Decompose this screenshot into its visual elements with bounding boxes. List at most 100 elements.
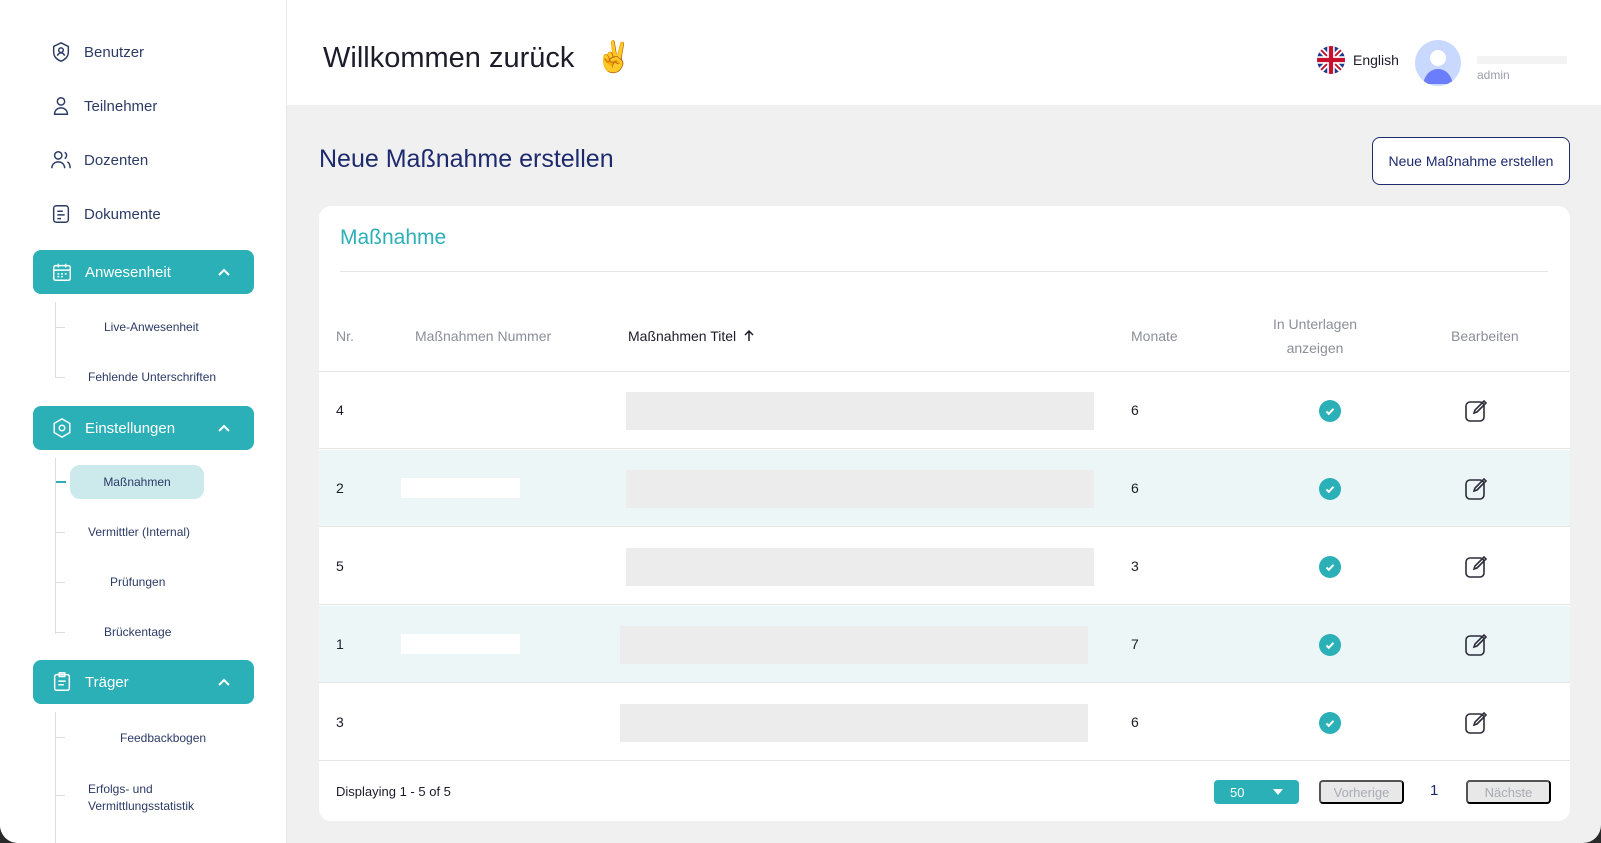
column-header-monate[interactable]: Monate <box>1131 324 1178 348</box>
cell-title-redacted <box>626 470 1094 508</box>
edit-icon[interactable] <box>1463 554 1489 580</box>
sidebar-subitem-massnahmen[interactable]: Maßnahmen <box>70 465 204 499</box>
sidebar-item-label: Teilnehmer <box>84 97 158 115</box>
table-row[interactable]: 1 7 <box>319 606 1570 683</box>
sidebar-group-label: Träger <box>85 673 129 691</box>
checkmark-icon[interactable] <box>1319 634 1341 656</box>
edit-icon[interactable] <box>1463 398 1489 424</box>
cell-nr: 5 <box>336 558 344 574</box>
cell-monate: 6 <box>1131 402 1139 418</box>
sidebar-subitem-pruefungen[interactable]: Prüfungen <box>110 575 165 589</box>
cell-nr: 4 <box>336 402 344 418</box>
edit-icon[interactable] <box>1463 710 1489 736</box>
sidebar-group-einstellungen[interactable]: Einstellungen <box>33 406 254 450</box>
column-header-bearbeiten: Bearbeiten <box>1451 328 1519 344</box>
edit-icon[interactable] <box>1463 632 1489 658</box>
cell-number-redacted <box>401 478 520 498</box>
avatar[interactable] <box>1415 40 1461 86</box>
tree-line <box>55 712 56 843</box>
tree-tick <box>55 795 65 796</box>
per-page-value: 50 <box>1230 784 1245 800</box>
caret-down-icon <box>1273 789 1283 795</box>
page-title: Neue Maßnahme erstellen <box>319 145 614 173</box>
sidebar-item-label: Dozenten <box>84 151 149 169</box>
language-switcher[interactable]: English <box>1317 46 1399 74</box>
cell-monate: 6 <box>1131 480 1139 496</box>
cell-number-redacted <box>401 634 520 654</box>
column-header-titel-label: Maßnahmen Titel <box>628 328 737 344</box>
table-row[interactable]: 5 3 <box>319 528 1570 605</box>
people-icon <box>51 151 71 169</box>
cell-monate: 7 <box>1131 636 1139 652</box>
sidebar-group-traeger[interactable]: Träger <box>33 660 254 704</box>
calendar-icon <box>53 263 71 281</box>
document-icon <box>52 205 70 223</box>
sidebar-group-anwesenheit[interactable]: Anwesenheit <box>33 250 254 294</box>
sidebar-group-label: Einstellungen <box>85 419 176 437</box>
clipboard-icon <box>53 672 71 691</box>
edit-icon[interactable] <box>1463 476 1489 502</box>
measures-card: Maßnahme Nr. Maßnahmen Nummer Maßnahmen … <box>319 206 1570 821</box>
per-page-select[interactable]: 50 <box>1214 780 1299 804</box>
cell-title-redacted <box>626 548 1094 586</box>
sidebar-subitem-live-anwesenheit[interactable]: Live-Anwesenheit <box>104 320 199 334</box>
sidebar-item-teilnehmer[interactable]: Teilnehmer <box>50 91 157 121</box>
settings-icon <box>53 417 71 439</box>
cell-nr: 2 <box>336 480 344 496</box>
sort-arrow-up-icon <box>744 329 754 341</box>
tree-tick <box>55 737 65 738</box>
sidebar-subitem-statistik[interactable]: Erfolgs- und Vermittlungsstatistik <box>88 781 218 815</box>
sidebar-item-label: Dokumente <box>84 205 161 223</box>
chevron-up-icon <box>218 424 230 432</box>
table-row[interactable]: 4 6 <box>319 372 1570 449</box>
tree-tick <box>55 632 65 633</box>
top-header: Willkommen zurück ✌️ English admin <box>287 0 1601 105</box>
column-header-nummer[interactable]: Maßnahmen Nummer <box>415 324 551 348</box>
sidebar: Benutzer Teilnehmer Dozenten Dokumente A… <box>0 0 287 843</box>
sidebar-item-dozenten[interactable]: Dozenten <box>50 145 148 175</box>
column-header-titel[interactable]: Maßnahmen Titel <box>628 324 756 348</box>
tree-tick <box>55 582 65 583</box>
cell-title-redacted <box>620 704 1088 742</box>
chevron-up-icon <box>218 268 230 276</box>
sidebar-item-dokumente[interactable]: Dokumente <box>50 199 161 229</box>
create-measure-button[interactable]: Neue Maßnahme erstellen <box>1372 137 1570 185</box>
sidebar-item-benutzer[interactable]: Benutzer <box>50 37 144 67</box>
previous-page-button[interactable]: Vorherige <box>1319 780 1404 804</box>
active-indicator <box>56 481 66 483</box>
tree-tick <box>55 377 65 378</box>
sidebar-group-label: Anwesenheit <box>85 263 171 281</box>
welcome-title: Willkommen zurück <box>323 42 575 74</box>
peace-hand-emoji: ✌️ <box>595 41 633 74</box>
table-row[interactable]: 3 6 <box>319 684 1570 761</box>
current-page[interactable]: 1 <box>1430 782 1438 799</box>
checkmark-icon[interactable] <box>1319 478 1341 500</box>
sidebar-subitem-vermittler[interactable]: Vermittler (Internal) <box>88 525 190 539</box>
checkmark-icon[interactable] <box>1319 400 1341 422</box>
tree-line <box>55 302 56 378</box>
column-header-unterlagen[interactable]: In Unterlagen anzeigen <box>1265 312 1365 360</box>
cell-monate: 3 <box>1131 558 1139 574</box>
sidebar-subitem-fehlende-unterschriften[interactable]: Fehlende Unterschriften <box>88 370 216 384</box>
person-icon <box>53 97 69 115</box>
next-page-button[interactable]: Nächste <box>1466 780 1551 804</box>
user-name-redacted <box>1477 56 1567 64</box>
sidebar-subitem-feedbackbogen[interactable]: Feedbackbogen <box>120 731 206 745</box>
user-role: admin <box>1477 68 1510 82</box>
language-label: English <box>1353 52 1399 68</box>
tree-tick <box>55 327 65 328</box>
cell-nr: 1 <box>336 636 344 652</box>
table-row[interactable]: 2 6 <box>319 450 1570 527</box>
displaying-count: Displaying 1 - 5 of 5 <box>336 784 451 799</box>
sidebar-subitem-brueckentage[interactable]: Brückentage <box>104 625 171 639</box>
divider <box>340 271 1548 272</box>
chevron-up-icon <box>218 678 230 686</box>
checkmark-icon[interactable] <box>1319 556 1341 578</box>
tree-tick <box>55 532 65 533</box>
checkmark-icon[interactable] <box>1319 712 1341 734</box>
sidebar-item-label: Benutzer <box>84 43 145 61</box>
cell-title-redacted <box>626 392 1094 430</box>
column-header-nr[interactable]: Nr. <box>336 324 354 348</box>
cell-monate: 6 <box>1131 714 1139 730</box>
uk-flag-icon <box>1317 46 1345 74</box>
